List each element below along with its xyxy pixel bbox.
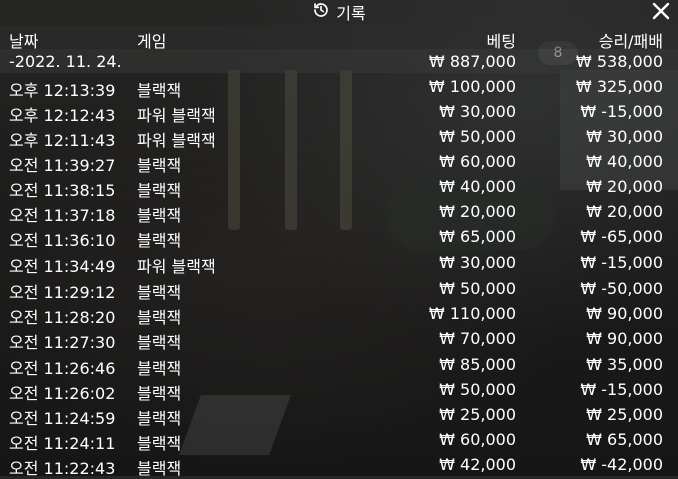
row-game: 파워 블랙잭 <box>137 106 216 125</box>
table-row[interactable]: 오전 11:22:43 블랙잭 ₩ 42,000 ₩ -42,000 <box>0 452 678 478</box>
row-bet: ₩ 20,000 <box>439 202 516 221</box>
row-result: ₩ 35,000 <box>586 355 663 374</box>
row-time: 오후 12:12:43 <box>9 106 116 125</box>
row-bet: ₩ 65,000 <box>439 227 516 246</box>
row-result: ₩ 90,000 <box>586 329 663 348</box>
row-time: 오전 11:28:20 <box>9 308 116 327</box>
row-time: 오전 11:24:11 <box>9 434 116 453</box>
window-title-text: 기록 <box>336 4 366 23</box>
row-bet: ₩ 50,000 <box>439 127 516 146</box>
table-row[interactable]: 오전 11:24:11 블랙잭 ₩ 60,000 ₩ 65,000 <box>0 427 678 453</box>
row-result: ₩ 20,000 <box>586 202 663 221</box>
row-result: ₩ 20,000 <box>586 177 663 196</box>
row-game: 블랙잭 <box>137 283 182 302</box>
history-icon <box>312 1 330 23</box>
row-result: ₩ 30,000 <box>586 127 663 146</box>
table-row[interactable]: 오전 11:36:10 블랙잭 ₩ 65,000 ₩ -65,000 <box>0 224 678 250</box>
table-row[interactable]: 오전 11:26:02 블랙잭 ₩ 50,000 ₩ -15,000 <box>0 377 678 403</box>
row-game: 블랙잭 <box>137 434 182 453</box>
row-bet: ₩ 100,000 <box>428 77 516 96</box>
row-time: 오전 11:37:18 <box>9 206 116 225</box>
row-bet: ₩ 25,000 <box>439 405 516 424</box>
row-bet: ₩ 60,000 <box>439 430 516 449</box>
summary-date: -2022. 11. 24. <box>9 52 122 71</box>
row-time: 오전 11:39:27 <box>9 156 116 175</box>
close-icon <box>652 2 670 20</box>
row-bet: ₩ 30,000 <box>439 102 516 121</box>
row-time: 오전 11:22:43 <box>9 459 116 478</box>
row-game: 블랙잭 <box>137 231 182 250</box>
row-result: ₩ -15,000 <box>580 380 663 399</box>
row-game: 블랙잭 <box>137 459 182 478</box>
close-button[interactable] <box>650 0 672 22</box>
row-result: ₩ -65,000 <box>580 227 663 246</box>
row-game: 블랙잭 <box>137 409 182 428</box>
row-bet: ₩ 40,000 <box>439 177 516 196</box>
row-time: 오전 11:24:59 <box>9 409 116 428</box>
row-bet: ₩ 50,000 <box>439 279 516 298</box>
row-game: 파워 블랙잭 <box>137 131 216 150</box>
row-game: 블랙잭 <box>137 359 182 378</box>
row-game: 블랙잭 <box>137 81 182 100</box>
window-title: 기록 <box>0 0 678 24</box>
row-bet: ₩ 70,000 <box>439 329 516 348</box>
row-result: ₩ 65,000 <box>586 430 663 449</box>
row-game: 파워 블랙잭 <box>137 257 216 276</box>
row-bet: ₩ 85,000 <box>439 355 516 374</box>
row-result: ₩ -42,000 <box>580 455 663 474</box>
table-header: 날짜 게임 베팅 승리/패배 <box>0 25 678 51</box>
row-result: ₩ 25,000 <box>586 405 663 424</box>
table-row[interactable]: 오후 12:11:43 파워 블랙잭 ₩ 50,000 ₩ 30,000 <box>0 124 678 150</box>
row-time: 오전 11:29:12 <box>9 283 116 302</box>
row-game: 블랙잭 <box>137 156 182 175</box>
summary-result: ₩ 538,000 <box>575 52 663 71</box>
summary-bet: ₩ 887,000 <box>428 52 516 71</box>
row-time: 오후 12:13:39 <box>9 81 116 100</box>
table-row[interactable]: 오전 11:38:15 블랙잭 ₩ 40,000 ₩ 20,000 <box>0 174 678 200</box>
table-row[interactable]: 오전 11:37:18 블랙잭 ₩ 20,000 ₩ 20,000 <box>0 199 678 225</box>
row-bet: ₩ 60,000 <box>439 152 516 171</box>
row-time: 오전 11:27:30 <box>9 333 116 352</box>
row-time: 오전 11:26:46 <box>9 359 116 378</box>
table-row[interactable]: 오전 11:34:49 파워 블랙잭 ₩ 30,000 ₩ -15,000 <box>0 250 678 276</box>
row-time: 오전 11:38:15 <box>9 181 116 200</box>
row-time: 오전 11:36:10 <box>9 231 116 250</box>
row-result: ₩ -15,000 <box>580 253 663 272</box>
row-result: ₩ 325,000 <box>575 77 663 96</box>
row-game: 블랙잭 <box>137 206 182 225</box>
row-bet: ₩ 42,000 <box>439 455 516 474</box>
table-row[interactable]: 오후 12:13:39 블랙잭 ₩ 100,000 ₩ 325,000 <box>0 74 678 100</box>
row-time: 오전 11:26:02 <box>9 384 116 403</box>
title-bar: 기록 <box>0 0 678 24</box>
table-row[interactable]: 오전 11:24:59 블랙잭 ₩ 25,000 ₩ 25,000 <box>0 402 678 428</box>
row-result: ₩ 90,000 <box>586 304 663 323</box>
row-result: ₩ -15,000 <box>580 102 663 121</box>
table-row[interactable]: 오전 11:26:46 블랙잭 ₩ 85,000 ₩ 35,000 <box>0 352 678 378</box>
row-result: ₩ 40,000 <box>586 152 663 171</box>
table-row[interactable]: 오전 11:39:27 블랙잭 ₩ 60,000 ₩ 40,000 <box>0 149 678 175</box>
row-game: 블랙잭 <box>137 308 182 327</box>
table-row[interactable]: 오전 11:29:12 블랙잭 ₩ 50,000 ₩ -50,000 <box>0 276 678 302</box>
table-row[interactable]: 오후 12:12:43 파워 블랙잭 ₩ 30,000 ₩ -15,000 <box>0 99 678 125</box>
row-time: 오후 12:11:43 <box>9 131 116 150</box>
row-game: 블랙잭 <box>137 333 182 352</box>
row-bet: ₩ 110,000 <box>428 304 516 323</box>
row-bet: ₩ 50,000 <box>439 380 516 399</box>
table-row[interactable]: 오전 11:28:20 블랙잭 ₩ 110,000 ₩ 90,000 <box>0 301 678 327</box>
row-game: 블랙잭 <box>137 384 182 403</box>
row-result: ₩ -50,000 <box>580 279 663 298</box>
table-row[interactable]: 오전 11:27:30 블랙잭 ₩ 70,000 ₩ 90,000 <box>0 326 678 352</box>
row-time: 오전 11:34:49 <box>9 257 116 276</box>
date-summary-row[interactable]: -2022. 11. 24. ₩ 887,000 ₩ 538,000 <box>0 49 678 73</box>
row-game: 블랙잭 <box>137 181 182 200</box>
row-bet: ₩ 30,000 <box>439 253 516 272</box>
